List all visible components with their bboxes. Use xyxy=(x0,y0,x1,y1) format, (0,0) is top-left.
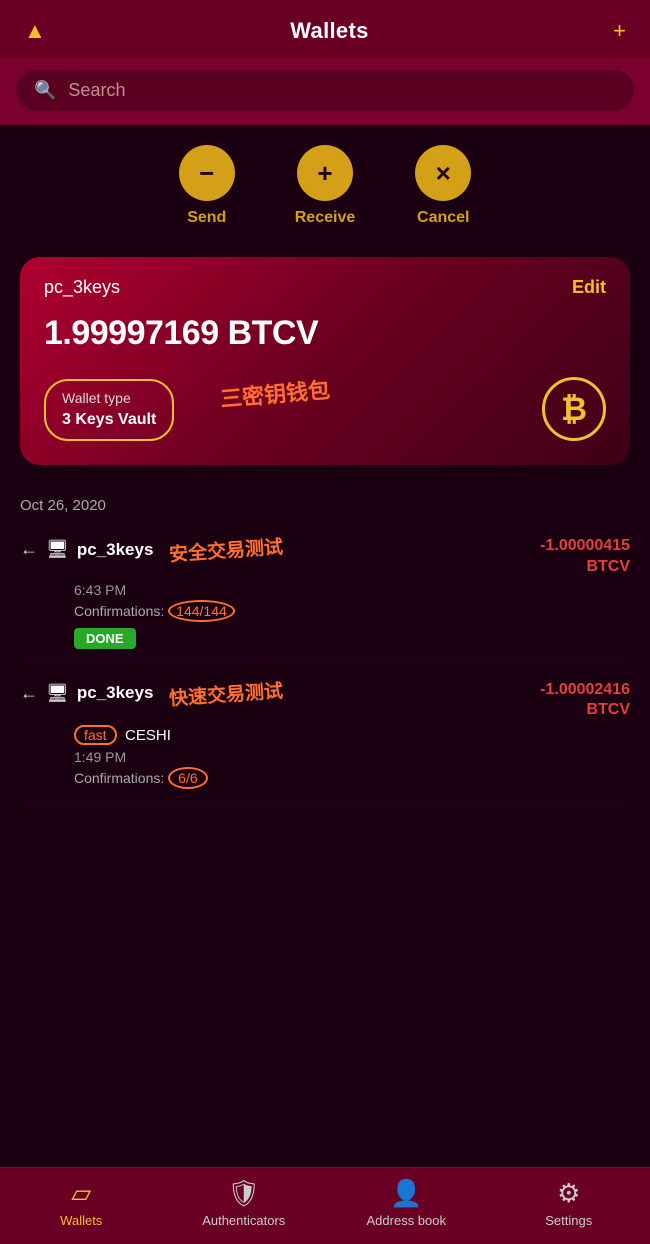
tx1-wallet-icon: 🖥 xyxy=(46,539,69,560)
tx1-amount: -1.00000415 BTCV xyxy=(540,536,630,578)
filter-icon[interactable]: ▲ xyxy=(24,18,46,44)
tx2-note-label: CESHI xyxy=(125,727,171,744)
send-icon-circle: − xyxy=(179,145,235,201)
wallet-card[interactable]: pc_3keys Edit 1.99997169 BTCV Wallet typ… xyxy=(20,257,630,465)
receive-icon-circle: + xyxy=(297,145,353,201)
btc-logo: ₿ xyxy=(542,377,606,441)
search-bar: 🔍 xyxy=(0,58,650,125)
tx2-time: 1:49 PM xyxy=(74,749,630,765)
search-input[interactable] xyxy=(68,80,616,101)
tx2-confirmations: Confirmations: 6/6 xyxy=(74,767,630,789)
tx2-wallet-name: pc_3keys xyxy=(77,683,154,703)
tx1-confirmations: Confirmations: 144/144 xyxy=(74,600,630,622)
bottom-nav: ▱ Wallets 🛡 Authenticators 👤 Address boo… xyxy=(0,1167,650,1244)
edit-button[interactable]: Edit xyxy=(572,277,606,298)
nav-settings[interactable]: ⚙ Settings xyxy=(488,1178,650,1228)
nav-wallets-label: Wallets xyxy=(60,1213,102,1228)
tx2-fast-label: fast xyxy=(74,725,117,745)
settings-icon: ⚙ xyxy=(557,1178,580,1209)
transaction-item-1[interactable]: ← 🖥 pc_3keys 安全交易测试 -1.00000415 BTCV 6:4… xyxy=(20,524,630,658)
authenticators-icon: 🛡 xyxy=(227,1178,260,1209)
cancel-button[interactable]: × Cancel xyxy=(415,145,471,227)
wallet-type-badge: Wallet type 3 Keys Vault xyxy=(44,379,174,441)
search-icon: 🔍 xyxy=(34,80,56,101)
page-title: Wallets xyxy=(290,18,368,44)
search-container: 🔍 xyxy=(16,70,634,111)
nav-settings-label: Settings xyxy=(545,1213,592,1228)
tx2-wallet-icon: 🖥 xyxy=(46,683,69,704)
send-label: Send xyxy=(187,209,226,227)
add-wallet-icon[interactable]: + xyxy=(613,18,626,44)
nav-wallets[interactable]: ▱ Wallets xyxy=(0,1178,163,1228)
wallet-name: pc_3keys xyxy=(44,277,120,298)
wallet-type-label: Wallet type xyxy=(62,389,156,409)
tx1-time: 6:43 PM xyxy=(74,582,630,598)
tx2-header: ← 🖥 pc_3keys 快速交易测试 -1.00002416 BTCV xyxy=(20,680,630,722)
nav-address-book[interactable]: 👤 Address book xyxy=(325,1178,488,1228)
tx2-left: ← 🖥 pc_3keys 快速交易测试 xyxy=(20,680,540,707)
tx1-arrow: ← xyxy=(20,539,38,560)
address-book-icon: 👤 xyxy=(390,1178,422,1209)
tx2-fast-label-row: fast CESHI xyxy=(74,725,630,745)
card-bottom: Wallet type 3 Keys Vault ₿ xyxy=(44,377,606,441)
wallet-balance: 1.99997169 BTCV xyxy=(44,314,606,353)
tx2-annotation: 快速交易测试 xyxy=(169,676,285,711)
action-row: − Send + Receive × Cancel xyxy=(0,125,650,237)
tx-date: Oct 26, 2020 xyxy=(20,485,630,524)
wallet-type-value: 3 Keys Vault xyxy=(62,409,156,431)
card-section: pc_3keys Edit 1.99997169 BTCV Wallet typ… xyxy=(0,237,650,475)
tx1-status: DONE xyxy=(74,628,136,649)
receive-label: Receive xyxy=(295,209,356,227)
tx1-header: ← 🖥 pc_3keys 安全交易测试 -1.00000415 BTCV xyxy=(20,536,630,578)
nav-address-book-label: Address book xyxy=(367,1213,447,1228)
cancel-icon-circle: × xyxy=(415,145,471,201)
nav-authenticators[interactable]: 🛡 Authenticators xyxy=(163,1178,326,1228)
header: ▲ Wallets + xyxy=(0,0,650,58)
cancel-label: Cancel xyxy=(417,209,469,227)
tx1-left: ← 🖥 pc_3keys 安全交易测试 xyxy=(20,536,540,563)
transaction-section: Oct 26, 2020 ← 🖥 pc_3keys 安全交易测试 -1.0000… xyxy=(0,475,650,814)
nav-authenticators-label: Authenticators xyxy=(202,1213,285,1228)
tx1-conf-value: 144/144 xyxy=(168,600,235,622)
tx1-annotation: 安全交易测试 xyxy=(169,532,285,567)
tx2-arrow: ← xyxy=(20,683,38,704)
tx1-wallet-name: pc_3keys xyxy=(77,540,154,560)
receive-button[interactable]: + Receive xyxy=(295,145,356,227)
tx2-amount: -1.00002416 BTCV xyxy=(540,680,630,722)
btc-symbol: ₿ xyxy=(561,391,587,428)
send-button[interactable]: − Send xyxy=(179,145,235,227)
card-top: pc_3keys Edit xyxy=(44,277,606,298)
tx2-conf-value: 6/6 xyxy=(168,767,207,789)
transaction-item-2[interactable]: ← 🖥 pc_3keys 快速交易测试 -1.00002416 BTCV fas… xyxy=(20,668,630,805)
wallets-icon: ▱ xyxy=(71,1178,91,1209)
